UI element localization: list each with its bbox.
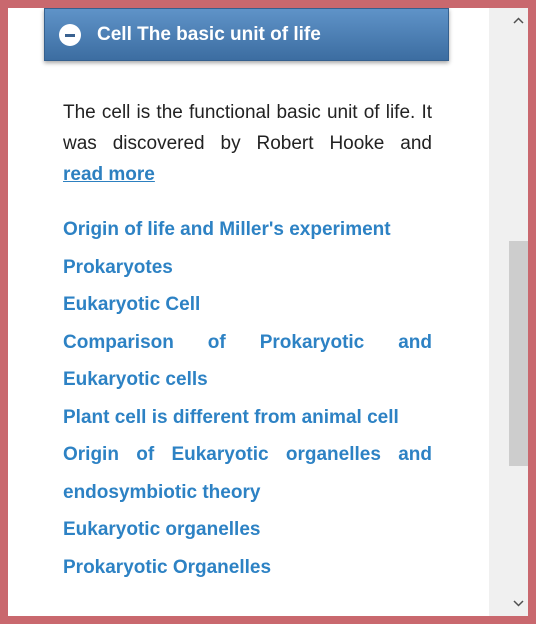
topic-link-origin-of-life[interactable]: Origin of life and Miller's experiment — [63, 211, 432, 249]
browser-window: Cell The basic unit of life The cell is … — [8, 8, 528, 616]
chevron-up-icon[interactable] — [509, 12, 528, 29]
topic-link-plant-vs-animal[interactable]: Plant cell is different from animal cell — [63, 399, 432, 437]
summary-text: The cell is the functional basic unit of… — [63, 102, 432, 154]
minus-circle-icon[interactable] — [59, 23, 81, 46]
read-more-link[interactable]: read more — [63, 159, 155, 190]
section-content: The cell is the functional basic unit of… — [63, 97, 432, 586]
topic-link-eukaryotic-cell[interactable]: Eukaryotic Cell — [63, 286, 432, 324]
summary-paragraph: The cell is the functional basic unit of… — [63, 97, 432, 190]
topic-link-prokaryotic-organelles[interactable]: Prokaryotic Organelles — [63, 549, 432, 587]
scrollbar-thumb[interactable] — [509, 241, 528, 466]
section-title: Cell The basic unit of life — [97, 23, 321, 45]
scrollbar-gutter — [489, 8, 509, 616]
chevron-down-icon[interactable] — [509, 595, 528, 612]
topic-link-comparison[interactable]: Comparison of Prokaryotic and Eukaryotic… — [63, 324, 432, 399]
topic-link-endosymbiotic[interactable]: Origin of Eukaryotic organelles and endo… — [63, 436, 432, 511]
section-header[interactable]: Cell The basic unit of life — [44, 8, 449, 61]
vertical-scrollbar[interactable] — [489, 8, 528, 616]
topic-link-eukaryotic-organelles[interactable]: Eukaryotic organelles — [63, 511, 432, 549]
topic-link-prokaryotes[interactable]: Prokaryotes — [63, 249, 432, 287]
topic-link-list: Origin of life and Miller's experiment P… — [63, 211, 432, 586]
